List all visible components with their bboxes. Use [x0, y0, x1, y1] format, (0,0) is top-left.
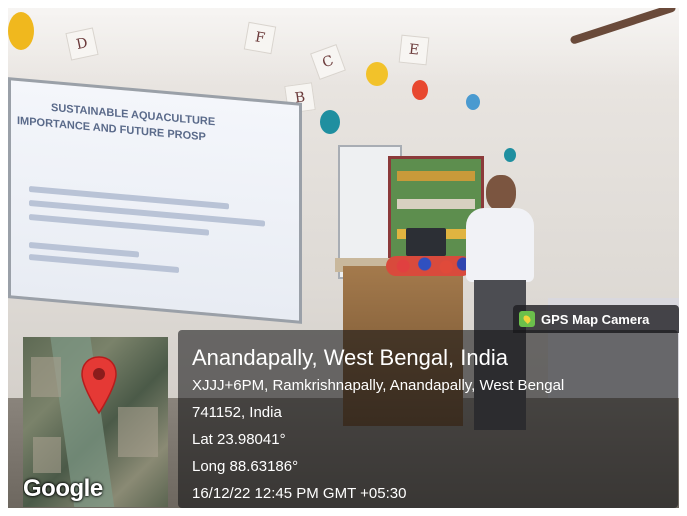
speaker-body: [466, 208, 534, 282]
laptop: [406, 228, 446, 256]
google-logo: Google: [23, 475, 103, 502]
timestamp-text: 16/12/22 12:45 PM GMT +05:30: [192, 485, 407, 502]
camera-badge-label: GPS Map Camera: [541, 311, 650, 327]
location-title: Anandapally, West Bengal, India: [192, 345, 508, 370]
map-pin-icon: [81, 356, 117, 415]
balloon: [8, 12, 34, 50]
longitude-text: Long 88.63186°: [192, 458, 299, 475]
address-line-2: 741152, India: [192, 404, 282, 421]
balloon: [320, 110, 340, 134]
balloon: [412, 80, 428, 100]
balloon: [466, 94, 480, 110]
address-line-1: XJJJ+6PM, Ramkrishnapally, Anandapally, …: [192, 377, 565, 394]
wall-letter-card: D: [65, 27, 99, 61]
map-camera-icon: [519, 311, 535, 327]
location-map-thumbnail: Google: [23, 337, 168, 507]
gps-map-camera-badge: GPS Map Camera: [513, 305, 679, 333]
wall-letter-card: F: [243, 21, 277, 55]
flower-garland: [386, 256, 472, 276]
latitude-text: Lat 23.98041°: [192, 431, 286, 448]
projector-screen: SUSTAINABLE AQUACULTURE IMPORTANCE AND F…: [8, 77, 302, 324]
speaker-head: [486, 175, 516, 211]
balloon: [504, 148, 516, 162]
wall-letter-card: E: [398, 34, 430, 66]
balloon: [366, 62, 388, 86]
